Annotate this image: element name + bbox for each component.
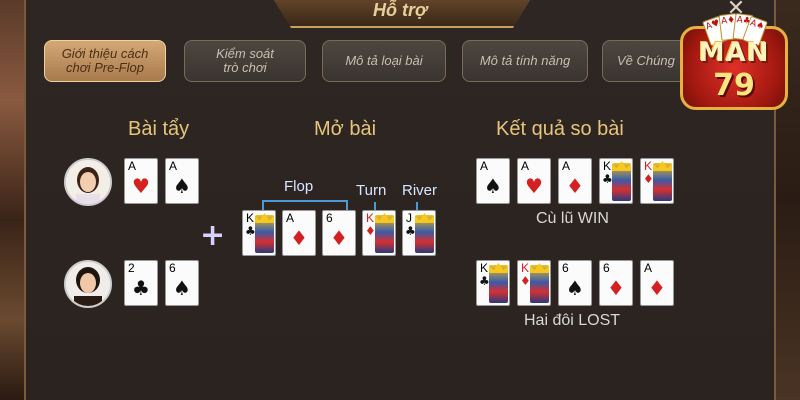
spade-icon: ♠: [173, 276, 191, 300]
card-rank: 2: [128, 261, 135, 275]
hole-cards-heading: Bài tẩy: [128, 118, 190, 140]
board-card-2: A ♦: [282, 210, 316, 256]
diamond-icon: ♦: [330, 226, 348, 250]
result-2-card-4: 6 ♦: [599, 260, 633, 306]
turn-label: Turn: [356, 182, 387, 199]
result-2-label: Hai đôi LOST: [524, 312, 621, 329]
tab-label: Kiểm soát trò chơi: [216, 46, 274, 75]
result-heading: Kết quả so bài: [496, 118, 624, 140]
diamond-icon: ♦: [290, 226, 308, 250]
result-2-card-3: 6 ♠: [558, 260, 592, 306]
result-2-card-1: K ♣: [476, 260, 510, 306]
player-2-card-1: 2 ♣: [124, 260, 158, 306]
spade-icon: ♠: [484, 174, 502, 198]
diamond-icon: ♦: [648, 276, 666, 300]
tab-game-control[interactable]: Kiểm soát trò chơi: [184, 40, 306, 82]
result-1-card-1: A ♠: [476, 158, 510, 204]
board-card-3: 6 ♦: [322, 210, 356, 256]
player-1-card-2: A ♠: [165, 158, 199, 204]
card-rank: 6: [603, 261, 610, 275]
player-2-avatar: [64, 260, 112, 308]
card-rank: 6: [326, 211, 333, 225]
club-icon: ♣: [132, 276, 150, 300]
heart-icon: ♥: [132, 174, 150, 198]
result-2-card-5: A ♦: [640, 260, 674, 306]
result-2-card-2: K ♦: [517, 260, 551, 306]
card-rank: A: [480, 159, 489, 173]
logo-number: 79: [713, 68, 755, 103]
logo-text: MAN: [698, 38, 770, 68]
tab-hand-types[interactable]: Mô tả loại bài: [322, 40, 446, 82]
turn-marker: [374, 202, 376, 210]
diamond-icon: ♦: [607, 276, 625, 300]
card-rank: A: [562, 159, 571, 173]
result-1-card-2: A ♥: [517, 158, 551, 204]
river-marker: [416, 202, 418, 210]
tab-label: Giới thiệu cách chơi Pre-Flop: [61, 46, 149, 75]
card-rank: A: [521, 159, 530, 173]
result-1-card-3: A ♦: [558, 158, 592, 204]
tab-label: Mô tả tính năng: [479, 53, 571, 68]
card-rank: 6: [562, 261, 569, 275]
man79-logo: A♥ A♦ A♣ A♠ MAN 79: [680, 12, 788, 116]
player-1-card-1: A ♥: [124, 158, 158, 204]
plus-sign: +: [200, 218, 226, 253]
board-heading: Mở bài: [314, 118, 377, 140]
result-1-card-5: K ♦: [640, 158, 674, 204]
flop-label: Flop: [284, 178, 314, 195]
spade-icon: ♠: [173, 174, 191, 198]
card-rank: 6: [169, 261, 176, 275]
heart-icon: ♥: [525, 174, 543, 198]
card-rank: A: [644, 261, 653, 275]
board-card-5: J ♣: [402, 210, 436, 256]
dialog-title: Hỗ trợ: [372, 0, 428, 20]
diamond-icon: ♦: [566, 174, 584, 198]
card-rank: A: [128, 159, 137, 173]
player-2-card-2: 6 ♠: [165, 260, 199, 306]
result-1-label: Cù lũ WIN: [536, 210, 609, 227]
player-1-avatar: [64, 158, 112, 206]
river-label: River: [402, 182, 438, 199]
card-rank: A: [286, 211, 295, 225]
card-rank: A: [169, 159, 178, 173]
board-card-1: K ♣: [242, 210, 276, 256]
tab-features[interactable]: Mô tả tính năng: [462, 40, 588, 82]
flop-bracket: [262, 200, 348, 210]
spade-icon: ♠: [566, 276, 584, 300]
board-card-4: K ♦: [362, 210, 396, 256]
result-1-card-4: K ♣: [599, 158, 633, 204]
tab-pre-flop[interactable]: Giới thiệu cách chơi Pre-Flop: [44, 40, 166, 82]
tab-label: Mô tả loại bài: [345, 53, 423, 68]
tab-label: Về Chúng: [617, 53, 675, 68]
